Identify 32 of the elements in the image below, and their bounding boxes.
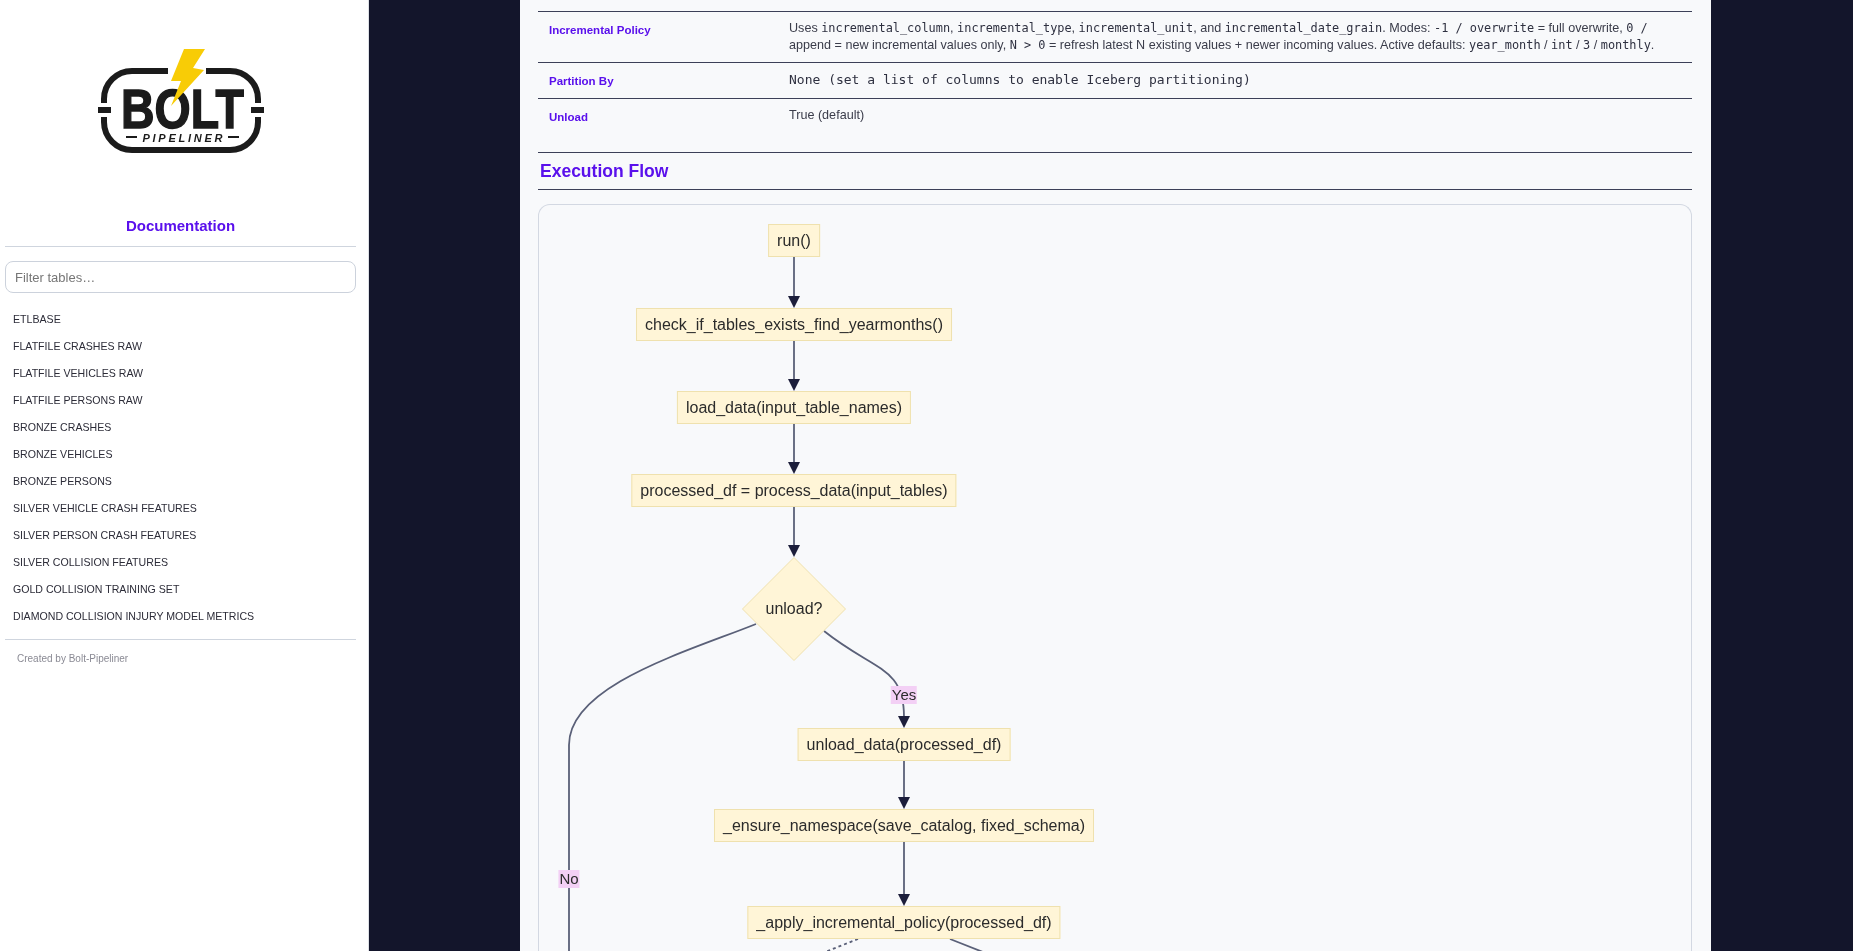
property-label: Unload <box>549 111 588 123</box>
sidebar-link[interactable]: ETLBASE <box>5 310 69 327</box>
flow-node: run() <box>768 224 820 257</box>
property-value: Uses incremental_column, incremental_type, incremental_unit, and incremental_date_grain. Modes: -1 / overwrite = full overwrite, 0 / append = new incremental values only, N > 0 = refresh latest N existing values + newer incoming values. Active defaults: year_month / int / 3 / monthly. <box>789 21 1655 52</box>
sidebar-link[interactable]: SILVER VEHICLE CRASH FEATURES <box>5 499 205 516</box>
sidebar-link[interactable]: BRONZE PERSONS <box>5 472 120 489</box>
sidebar-heading: Documentation <box>125 217 236 234</box>
filter-field[interactable]: Filter tables… <box>5 261 356 293</box>
footer-text: Created by Bolt-Pipeliner <box>17 653 129 664</box>
sidebar-link[interactable]: SILVER COLLISION FEATURES <box>5 553 177 570</box>
property-value: None (set a list of columns to enable Iceberg partitioning) <box>789 73 1251 87</box>
flow-node: load_data(input_table_names) <box>676 391 912 424</box>
property-label: Partition By <box>549 75 614 87</box>
edge-label: No <box>558 870 580 888</box>
flow-node: processed_df = process_data(input_tables) <box>631 474 957 507</box>
flow-node: _ensure_namespace(save_catalog, fixed_schema) <box>714 809 1094 842</box>
edge-label: Yes <box>890 686 918 704</box>
property-label: Incremental Policy <box>549 24 651 36</box>
sidebar-link[interactable]: FLATFILE VEHICLES RAW <box>5 364 152 381</box>
sidebar-link[interactable]: BRONZE VEHICLES <box>5 445 121 462</box>
flow-node: unload_data(processed_df) <box>797 728 1011 761</box>
property-value: True (default) <box>789 108 865 122</box>
sidebar-link[interactable]: SILVER PERSON CRASH FEATURES <box>5 526 205 543</box>
flow-node: check_if_tables_exists_find_yearmonths() <box>636 308 952 341</box>
flow-node: _apply_incremental_policy(processed_df) <box>747 906 1061 939</box>
sidebar-link[interactable]: BRONZE CRASHES <box>5 418 120 435</box>
section-heading: Execution Flow <box>540 161 669 181</box>
sidebar-link[interactable]: GOLD COLLISION TRAINING SET <box>5 580 188 597</box>
decision-node: unload? <box>742 557 846 661</box>
sidebar-link[interactable]: DIAMOND COLLISION INJURY MODEL METRICS <box>5 607 263 624</box>
sidebar-link[interactable]: FLATFILE CRASHES RAW <box>5 337 150 354</box>
sidebar-link[interactable]: FLATFILE PERSONS RAW <box>5 391 151 408</box>
